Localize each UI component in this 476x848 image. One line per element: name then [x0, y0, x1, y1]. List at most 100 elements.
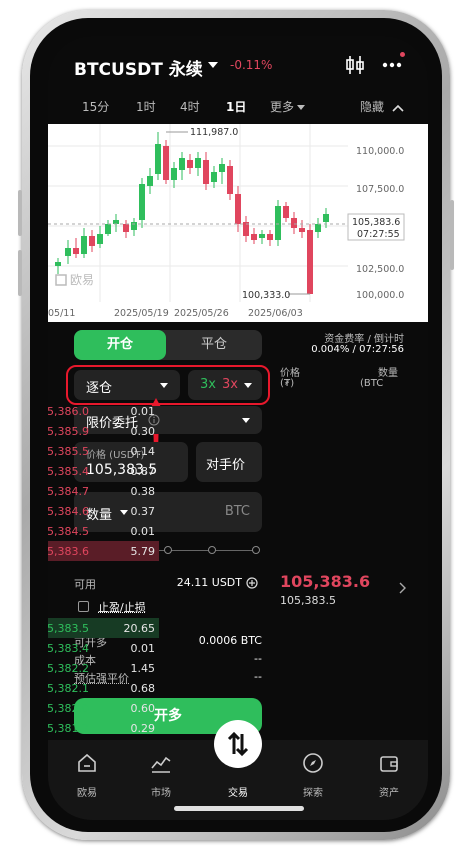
bid-price: 105,382.2	[48, 662, 89, 675]
ask-row[interactable]: 105,384.5 0.01	[48, 521, 159, 541]
y-axis-tick: 102,500.0	[356, 264, 404, 275]
ask-qty: 0.01	[130, 525, 156, 538]
add-funds-icon[interactable]	[246, 577, 258, 589]
x-axis-tick: 2025/05/26	[174, 308, 229, 319]
chevron-up-icon	[392, 104, 404, 112]
swap-arrows-icon	[227, 731, 249, 757]
slider-stop-100[interactable]	[252, 546, 260, 554]
home-indicator	[174, 806, 304, 811]
tab-15m[interactable]: 15分	[82, 98, 109, 120]
quantity-unit: BTC	[224, 504, 250, 519]
bid-qty: 20.65	[123, 622, 156, 635]
price-change: -0.11%	[230, 58, 273, 72]
bid-row[interactable]: 105,382.1 0.68	[48, 678, 159, 698]
bid-qty: 0.60	[130, 702, 156, 715]
header: BTCUSDT 永续 -0.11%	[48, 36, 428, 94]
bid-row[interactable]: 105,381.7 0.29	[48, 718, 159, 738]
candlestick-chart-icon[interactable]	[344, 54, 366, 76]
ask-qty: 0.30	[130, 425, 156, 438]
nav-market[interactable]: 市场	[136, 784, 186, 799]
bid-row[interactable]: 105,383.5 20.65	[48, 618, 159, 638]
y-axis-tick: 107,500.0	[356, 184, 404, 195]
ask-price: 105,384.7	[48, 485, 89, 498]
symbol-title[interactable]: BTCUSDT 永续	[74, 55, 203, 80]
max-open-value: 0.0006 BTC	[198, 634, 262, 647]
tab-hide-label: 隐藏	[360, 100, 385, 114]
ask-row[interactable]: 105,385.9 0.30	[48, 421, 159, 441]
bid-price: 105,382.1	[48, 682, 89, 695]
cost-value: --	[254, 652, 262, 665]
tpsl-label[interactable]: 止盈/止损	[98, 599, 146, 615]
ask-price: 105,385.9	[48, 425, 89, 438]
bid-qty: 0.29	[130, 722, 156, 735]
tab-hide[interactable]: 隐藏	[360, 98, 404, 120]
bid-qty: 0.68	[130, 682, 156, 695]
ob-price-unit: (₮)	[280, 378, 295, 389]
ask-qty: 0.01	[130, 405, 156, 418]
candlestick-chart[interactable]: 110,000.0107,500.0105,000.0102,500.0100,…	[48, 124, 428, 322]
slider-stop-75[interactable]	[208, 546, 216, 554]
tab-open-position[interactable]: 开仓	[74, 330, 166, 360]
chart-current-price: 105,383.6	[352, 217, 400, 228]
x-axis-tick: 2025/05/19	[114, 308, 169, 319]
market-icon[interactable]	[150, 752, 172, 774]
ob-price-header: 价格	[280, 368, 300, 379]
y-axis-tick: 110,000.0	[356, 146, 404, 157]
nav-explore[interactable]: 探索	[288, 784, 338, 799]
order-type-caret-icon	[242, 418, 250, 423]
tab-1h[interactable]: 1时	[136, 98, 156, 120]
ask-row[interactable]: 105,384.6 0.37	[48, 501, 159, 521]
more-icon[interactable]	[382, 62, 402, 68]
bid-price: 105,382.0	[48, 702, 89, 715]
phone-side-button-left	[18, 190, 22, 236]
ask-qty: 0.38	[130, 485, 156, 498]
nav-trade[interactable]: 交易	[213, 784, 263, 799]
last-price[interactable]: 105,383.6	[280, 572, 370, 591]
okx-logo-icon	[55, 274, 67, 286]
explore-icon[interactable]	[302, 752, 324, 774]
home-icon[interactable]	[76, 752, 98, 774]
tpsl-checkbox[interactable]	[78, 601, 89, 612]
app-screen: BTCUSDT 永续 -0.11% 15分 1时 4时 1日 更多 隐藏 110…	[48, 36, 428, 820]
ask-row[interactable]: 105,383.6 5.79	[48, 541, 159, 561]
funding-rate-value: 0.004% / 07:27:56	[311, 344, 404, 355]
wallet-icon[interactable]	[378, 752, 400, 774]
chart-low-label: 100,333.0	[242, 290, 290, 301]
ask-qty: 5.79	[130, 545, 156, 558]
ask-price: 105,384.6	[48, 505, 89, 518]
tab-1d[interactable]: 1日	[226, 98, 246, 120]
nav-home[interactable]: 欧易	[62, 784, 112, 799]
more-caret-icon	[297, 105, 306, 110]
counterparty-price-button[interactable]: 对手价	[196, 442, 262, 482]
symbol-dropdown-icon[interactable]	[208, 62, 218, 68]
available-label: 可用	[74, 578, 96, 591]
chart-high-label: 111,987.0	[190, 127, 238, 138]
trade-fab[interactable]	[214, 720, 262, 768]
slider-stop-50[interactable]	[164, 546, 172, 554]
liq-price-value: --	[254, 670, 262, 683]
bid-row[interactable]: 105,382.0 0.60	[48, 698, 159, 718]
ob-qty-header: 数量	[378, 368, 398, 379]
x-axis-tick: 2025/06/03	[248, 308, 303, 319]
nav-assets[interactable]: 资产	[364, 784, 414, 799]
available-value: 24.11 USDT	[176, 576, 242, 589]
funding-rate-label: 资金费率 / 倒计时	[324, 334, 404, 345]
ask-row[interactable]: 105,386.0 0.01	[48, 401, 159, 421]
ask-qty: 0.14	[130, 445, 156, 458]
bid-qty: 1.45	[130, 662, 156, 675]
bid-row[interactable]: 105,382.2 1.45	[48, 658, 159, 678]
ask-qty: 0.37	[130, 505, 156, 518]
bid-row[interactable]: 105,383.4 0.01	[48, 638, 159, 658]
ask-price: 105,384.5	[48, 525, 89, 538]
tab-close-position[interactable]: 平仓	[166, 330, 262, 360]
bid-qty: 0.01	[130, 642, 156, 655]
tab-4h[interactable]: 4时	[180, 98, 200, 120]
ask-row[interactable]: 105,384.7 0.38	[48, 481, 159, 501]
tab-more[interactable]: 更多	[270, 98, 306, 120]
ask-row[interactable]: 105,385.5 0.14	[48, 441, 159, 461]
notification-dot	[400, 52, 405, 57]
ask-row[interactable]: 105,385.4 0.87	[48, 461, 159, 481]
bid-price: 105,381.7	[48, 722, 89, 735]
ask-price: 105,386.0	[48, 405, 89, 418]
chevron-right-icon[interactable]	[398, 582, 406, 594]
